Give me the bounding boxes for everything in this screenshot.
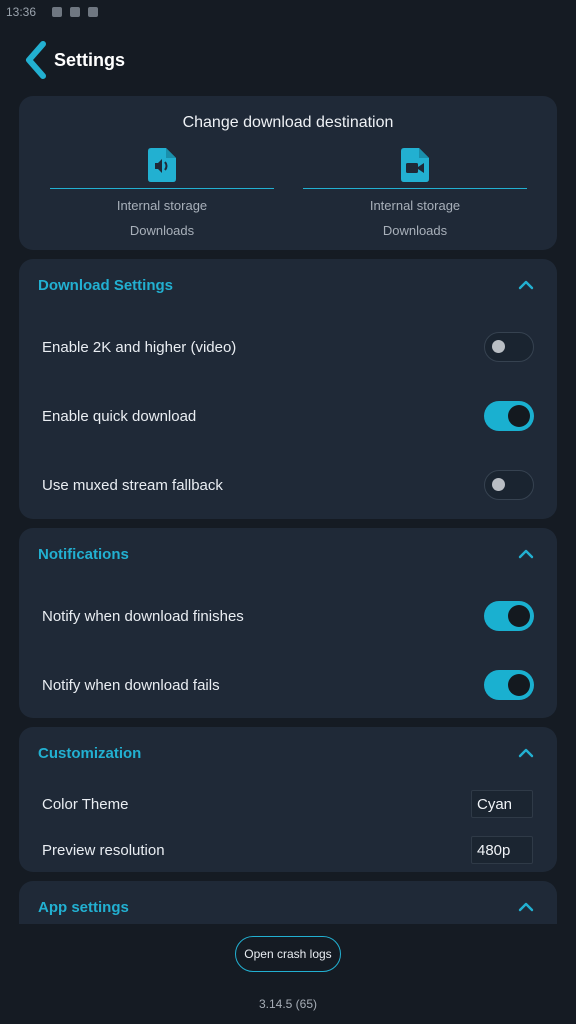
- toggle-muxed-fallback[interactable]: [484, 470, 534, 500]
- chevron-up-icon: [518, 748, 534, 758]
- setting-label: Preview resolution: [42, 841, 165, 859]
- audio-destination-underline: [50, 188, 274, 189]
- video-destination[interactable]: Internal storage Downloads: [303, 148, 527, 238]
- setting-row-2k: Enable 2K and higher (video): [19, 325, 557, 369]
- audio-storage-label: Internal storage: [116, 198, 208, 213]
- open-crash-logs-button[interactable]: Open crash logs: [235, 936, 341, 972]
- toggle-2k-video[interactable]: [484, 332, 534, 362]
- toggle-notify-fail[interactable]: [484, 670, 534, 700]
- download-destination-card: Change download destination Internal sto…: [19, 96, 557, 250]
- notifications-header[interactable]: Notifications: [19, 528, 557, 580]
- app-header: Settings: [0, 36, 576, 84]
- setting-row-preview-resolution: Preview resolution 480p: [19, 828, 557, 872]
- customization-header[interactable]: Customization: [19, 727, 557, 779]
- audio-destination[interactable]: Internal storage Downloads: [50, 148, 274, 238]
- setting-label: Enable 2K and higher (video): [42, 338, 237, 356]
- setting-row-quick-download: Enable quick download: [19, 394, 557, 438]
- toggle-knob: [508, 605, 530, 627]
- setting-row-notify-finish: Notify when download finishes: [19, 594, 557, 638]
- app-settings-title: App settings: [38, 898, 129, 916]
- destination-title: Change download destination: [182, 114, 394, 131]
- settings-list[interactable]: Change download destination Internal sto…: [0, 96, 576, 924]
- download-settings-card: Download Settings Enable 2K and higher (…: [19, 259, 557, 519]
- color-theme-select[interactable]: Cyan: [471, 790, 533, 818]
- video-destination-underline: [303, 188, 527, 189]
- customization-card: Customization Color Theme Cyan Preview r…: [19, 727, 557, 872]
- download-settings-title: Download Settings: [38, 276, 173, 294]
- notifications-card: Notifications Notify when download finis…: [19, 528, 557, 718]
- back-button[interactable]: [14, 36, 58, 84]
- status-bar: 13:36: [0, 0, 576, 24]
- customization-title: Customization: [38, 744, 142, 762]
- toggle-knob: [508, 674, 530, 696]
- notifications-title: Notifications: [38, 545, 129, 563]
- setting-label: Color Theme: [42, 795, 129, 813]
- status-time: 13:36: [6, 5, 37, 19]
- page-title: Settings: [54, 49, 126, 70]
- audio-folder-label: Downloads: [129, 223, 195, 238]
- video-file-icon: [401, 148, 429, 182]
- toggle-knob: [508, 405, 530, 427]
- toggle-notify-finish[interactable]: [484, 601, 534, 631]
- toggle-knob: [492, 478, 505, 491]
- media-notification-icon: [70, 7, 81, 17]
- settings-screen: 13:36 Settings Change download destinati…: [0, 0, 576, 1024]
- toggle-quick-download[interactable]: [484, 401, 534, 431]
- video-storage-label: Internal storage: [369, 198, 461, 213]
- footer: Open crash logs 3.14.5 (65): [0, 924, 576, 1024]
- setting-row-color-theme: Color Theme Cyan: [19, 782, 557, 826]
- setting-label: Notify when download finishes: [42, 607, 244, 625]
- app-version: 3.14.5 (65): [258, 997, 318, 1011]
- setting-label: Use muxed stream fallback: [42, 476, 223, 494]
- app-settings-card: App settings: [19, 881, 557, 924]
- app-notification-icon: [88, 7, 99, 17]
- setting-label: Notify when download fails: [42, 676, 220, 694]
- app-settings-header[interactable]: App settings: [19, 881, 557, 924]
- setting-row-notify-fail: Notify when download fails: [19, 663, 557, 707]
- download-settings-header[interactable]: Download Settings: [19, 259, 557, 311]
- preview-resolution-select[interactable]: 480p: [471, 836, 533, 864]
- chevron-left-icon: [26, 41, 46, 79]
- setting-row-muxed-fallback: Use muxed stream fallback: [19, 463, 557, 507]
- chevron-up-icon: [518, 902, 534, 912]
- image-notification-icon: [52, 7, 63, 17]
- toggle-knob: [492, 340, 505, 353]
- audio-file-icon: [148, 148, 176, 182]
- setting-label: Enable quick download: [42, 407, 197, 425]
- chevron-up-icon: [518, 280, 534, 290]
- chevron-up-icon: [518, 549, 534, 559]
- video-folder-label: Downloads: [382, 223, 448, 238]
